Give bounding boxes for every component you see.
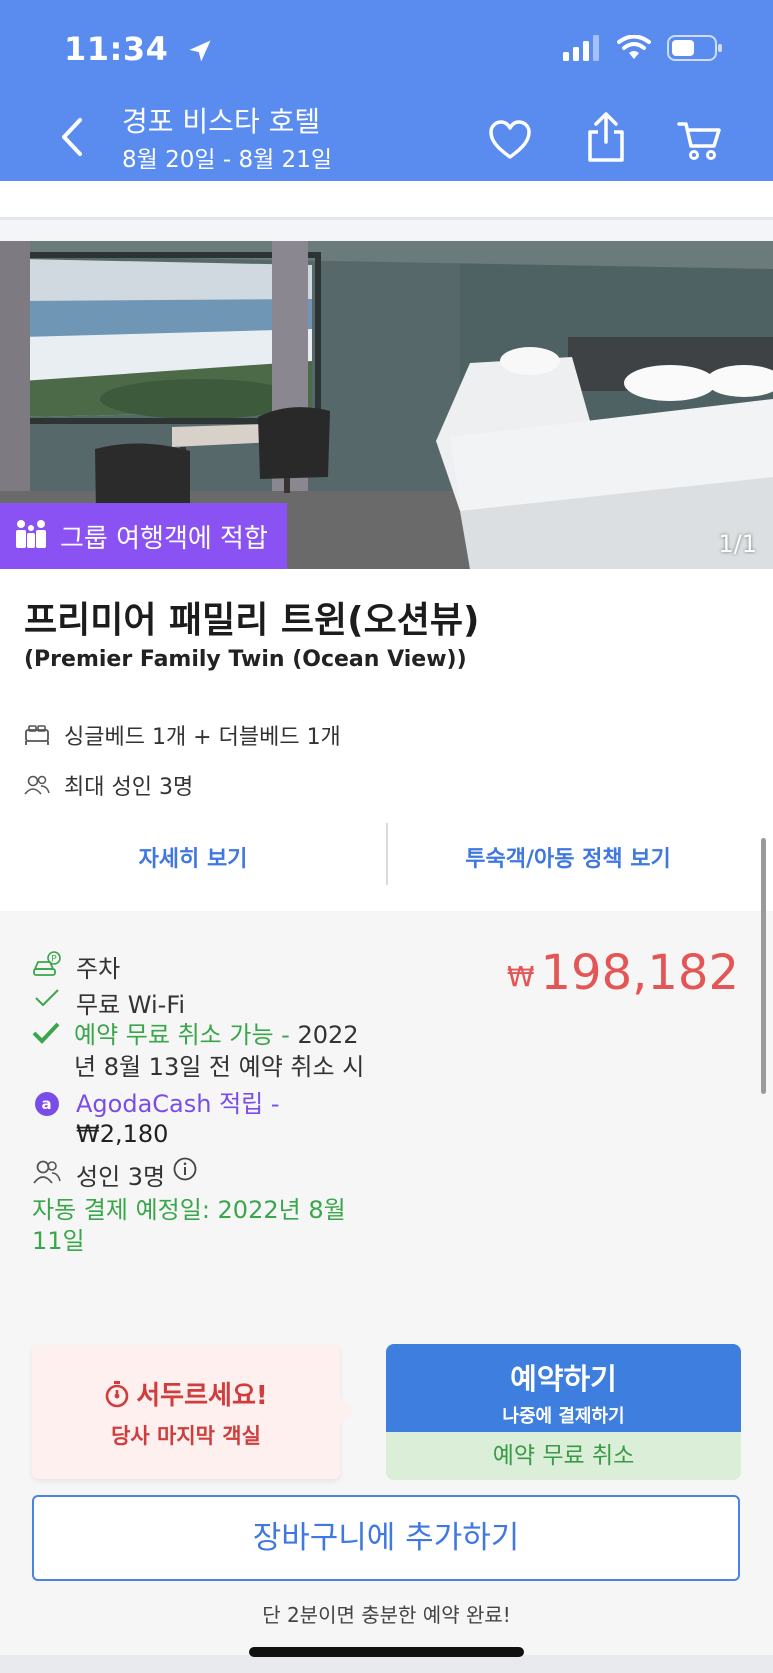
scrollbar[interactable] (761, 838, 766, 1094)
stay-dates: 8월 20일 - 8월 21일 (122, 147, 332, 173)
pay-later-label: 나중에 결제하기 (502, 1406, 625, 1427)
status-time: 11:34 (64, 30, 214, 68)
home-indicator[interactable] (249, 1647, 524, 1657)
free-cancel-label: 예약 무료 취소 가능 (74, 1021, 274, 1049)
stopwatch-icon (105, 1380, 129, 1407)
add-to-cart-button[interactable]: 장바구니에 추가하기 (32, 1495, 740, 1581)
rate-offer-section: P 주차 무료 Wi-Fi 예약 무료 취소 가능 - 2022년 8월 13일… (0, 911, 773, 1673)
agodacash-label: AgodaCash 적립 - (76, 1090, 280, 1118)
urgency-title: 서두르세요! (32, 1375, 340, 1412)
status-time-text: 11:34 (64, 30, 169, 68)
room-links: 자세히 보기 투숙객/아동 정책 보기 (0, 823, 773, 887)
agodacash-icon: a (32, 1089, 62, 1117)
previous-section-edge (0, 181, 773, 220)
room-details-link[interactable]: 자세히 보기 (0, 841, 386, 873)
check-icon (32, 985, 62, 1009)
agodacash-text: AgodaCash 적립 - ₩2,180 (76, 1089, 280, 1149)
bed-info-text: 싱글베드 1개 + 더블베드 1개 (64, 725, 341, 750)
parking-text: 주차 (76, 955, 121, 983)
group-travel-badge: 그룹 여행객에 적합 (0, 503, 287, 569)
info-icon[interactable] (173, 1157, 197, 1187)
favorite-button[interactable] (486, 116, 534, 164)
people-icon (24, 774, 50, 796)
group-travel-label: 그룹 여행객에 적합 (60, 523, 268, 554)
book-button-main[interactable]: 예약하기 나중에 결제하기 (386, 1344, 741, 1432)
next-section-edge (0, 1655, 773, 1673)
svg-text:a: a (42, 1095, 52, 1113)
battery-icon (667, 35, 722, 61)
back-button[interactable] (52, 112, 92, 162)
check-bold-icon (32, 1019, 60, 1045)
cellular-signal-icon (563, 35, 599, 61)
cart-button-header[interactable] (676, 116, 724, 164)
price-currency: ₩ (506, 959, 535, 993)
location-arrow-icon (189, 40, 211, 62)
book-label: 예약하기 (510, 1362, 617, 1396)
family-icon (14, 519, 48, 553)
bed-info: 싱글베드 1개 + 더블베드 1개 (24, 719, 341, 751)
hotel-name: 경포 비스타 호텔 (122, 105, 321, 138)
free-cancel-separator: - (273, 1021, 298, 1049)
adults-icon (32, 1157, 62, 1185)
chevron-left-icon (62, 118, 82, 156)
adults-row: 성인 3명 (32, 1157, 197, 1192)
guest-child-policy-link[interactable]: 투숙객/아동 정책 보기 (388, 841, 748, 873)
svg-text:P: P (51, 955, 57, 965)
wifi-text: 무료 Wi-Fi (76, 991, 186, 1019)
book-button[interactable]: 예약하기 나중에 결제하기 예약 무료 취소 (386, 1344, 741, 1480)
share-icon (588, 112, 624, 162)
room-subtitle: (Premier Family Twin (Ocean View)) (24, 647, 467, 672)
agodacash-row: a AgodaCash 적립 - ₩2,180 (32, 1089, 312, 1149)
parking-icon: P (32, 949, 62, 979)
parking-row: P 주차 (32, 949, 120, 984)
agodacash-amount: ₩2,180 (76, 1120, 169, 1148)
book-free-cancel-label: 예약 무료 취소 (492, 1443, 635, 1469)
room-title: 프리미어 패밀리 트윈(오션뷰) (24, 600, 480, 641)
booking-footnote: 단 2분이면 충분한 예약 완료! (262, 1603, 511, 1627)
cart-icon (677, 122, 721, 160)
room-price: ₩198,182 (507, 945, 739, 1001)
top-header: 11:34 경포 비스타 호텔 8월 20일 - 8월 21일 (0, 0, 773, 181)
bed-icon (24, 724, 50, 746)
adults-text: 성인 3명 (76, 1163, 166, 1191)
free-cancel-row: 예약 무료 취소 가능 - 2022년 8월 13일 전 예약 취소 시 (32, 1019, 372, 1083)
auto-payment-date: 자동 결제 예정일: 2022년 8월 11일 (32, 1196, 346, 1255)
free-cancel-text: 예약 무료 취소 가능 - 2022년 8월 13일 전 예약 취소 시 (74, 1019, 372, 1083)
heart-icon (489, 120, 531, 159)
photo-counter: 1/1 (718, 530, 757, 558)
urgency-subtitle: 당사 마지막 객실 (111, 1424, 261, 1448)
urgency-notice: 서두르세요! 당사 마지막 객실 (32, 1345, 354, 1479)
wifi-icon (617, 35, 651, 59)
wifi-row: 무료 Wi-Fi (32, 985, 185, 1020)
urgency-title-text: 서두르세요! (136, 1381, 268, 1411)
share-button[interactable] (582, 110, 630, 162)
room-info-card: 프리미어 패밀리 트윈(오션뷰) (Premier Family Twin (O… (0, 569, 773, 911)
status-icons (563, 34, 723, 62)
capacity-info: 최대 성인 3명 (24, 769, 193, 801)
capacity-text: 최대 성인 3명 (64, 775, 194, 800)
price-value: 198,182 (540, 945, 740, 1001)
